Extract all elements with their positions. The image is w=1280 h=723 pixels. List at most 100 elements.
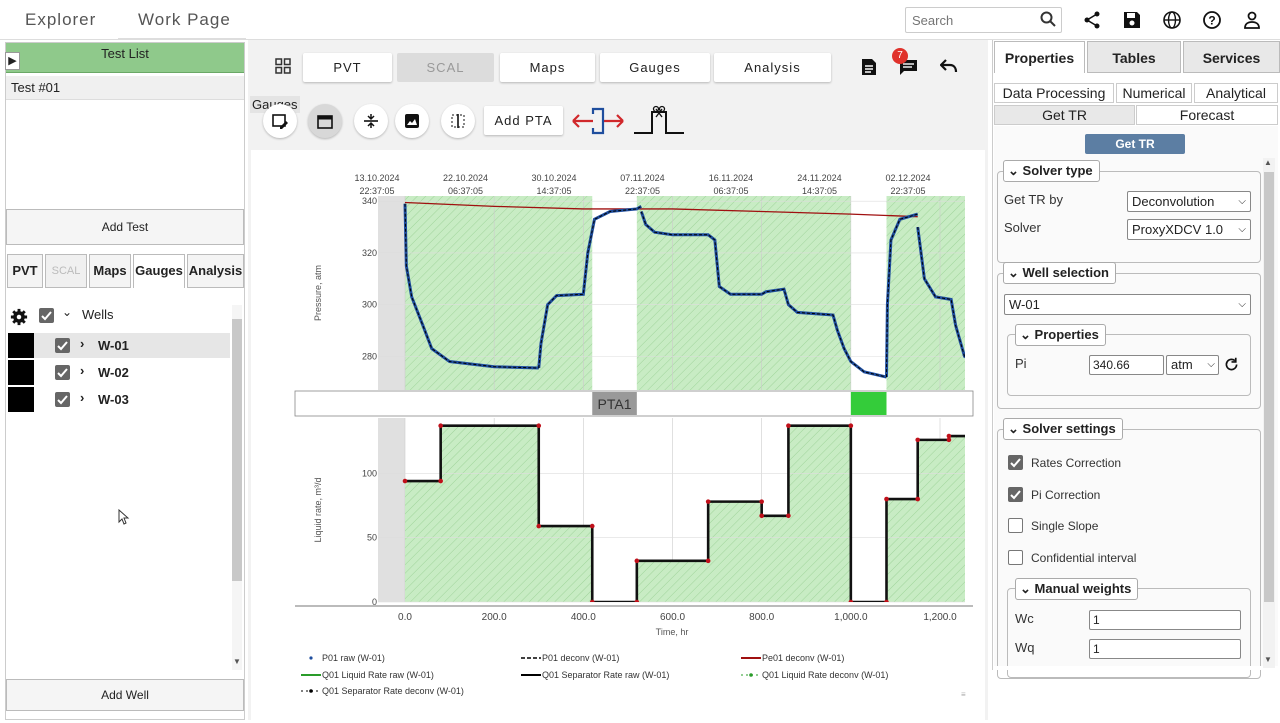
well-row[interactable]: › W-03 [8, 387, 230, 412]
refresh-icon[interactable] [1223, 356, 1240, 373]
scroll-down-icon[interactable]: ▼ [233, 657, 241, 666]
chevron-down-icon[interactable]: ⌄ [62, 305, 72, 319]
vertical-align-icon [364, 114, 378, 128]
tab-work-page[interactable]: Work Page [138, 0, 231, 40]
shift-arrows-icon[interactable] [571, 106, 625, 136]
solver-type-toggle[interactable]: ⌄ Solver type [1003, 160, 1100, 182]
scrollbar-thumb[interactable] [232, 319, 242, 581]
well-checkbox[interactable] [55, 392, 70, 407]
rate-point [786, 513, 791, 519]
undo-icon[interactable] [940, 58, 958, 74]
manual-weights-group [1007, 588, 1251, 678]
tree-scrollbar[interactable]: ▼ [232, 305, 242, 670]
edit-gauge-button[interactable] [263, 104, 297, 138]
split-icon [451, 114, 465, 128]
well-color-swatch[interactable] [8, 333, 34, 358]
nav-maps[interactable]: Maps [500, 53, 595, 82]
document-icon[interactable] [861, 58, 877, 76]
subtab-forecast[interactable]: Forecast [1136, 105, 1278, 125]
subtab-analytical[interactable]: Analytical [1194, 83, 1278, 103]
wq-input[interactable]: 1 [1089, 639, 1241, 659]
pi-input[interactable]: 340.66 [1089, 355, 1164, 375]
scroll-up-icon[interactable]: ▲ [1264, 158, 1272, 167]
wells-checkbox[interactable] [39, 308, 54, 323]
well-color-swatch[interactable] [8, 360, 34, 385]
tab-properties[interactable]: Properties [994, 41, 1085, 73]
get-tr-button[interactable]: Get TR [1085, 134, 1185, 154]
add-pta-button[interactable]: Add PTA [484, 106, 563, 135]
time-tick-time: 22:37:05 [890, 186, 925, 196]
resize-handle-icon[interactable]: ≡ [961, 690, 966, 699]
add-test-button[interactable]: Add Test [6, 209, 244, 245]
test-item[interactable]: Test #01 [6, 76, 244, 100]
tab-services[interactable]: Services [1183, 41, 1280, 73]
well-selection-toggle[interactable]: ⌄ Well selection [1003, 262, 1116, 284]
search-input[interactable] [905, 7, 1062, 33]
rate-point [438, 478, 443, 484]
x-tick-label: 1,000.0 [834, 612, 868, 623]
subtab-get-tr[interactable]: Get TR [994, 105, 1135, 125]
wc-input[interactable]: 1 [1089, 610, 1241, 630]
cut-step-icon[interactable] [632, 104, 686, 136]
globe-icon[interactable] [1162, 10, 1182, 30]
solver-value: ProxyXDCV 1.0 [1132, 222, 1224, 237]
well-checkbox[interactable] [55, 365, 70, 380]
split-button[interactable] [441, 104, 475, 138]
tab-pvt[interactable]: PVT [7, 254, 43, 288]
search-icon[interactable] [1040, 11, 1056, 27]
chevron-right-icon[interactable]: › [80, 363, 84, 378]
gauges-chart[interactable]: 13.10.2024 22:37:05 22.10.2024 06:37:05 30.1… [251, 150, 985, 720]
nav-pvt[interactable]: PVT [303, 53, 392, 82]
scrollbar-thumb[interactable] [1264, 172, 1274, 602]
nav-gauges[interactable]: Gauges [600, 53, 710, 82]
align-button[interactable] [354, 104, 388, 138]
legend-entry: P01 deconv (W-01) [542, 653, 619, 663]
tab-explorer[interactable]: Explorer [25, 0, 96, 40]
tab-scal[interactable]: SCAL [45, 254, 87, 288]
nav-scal[interactable]: SCAL [397, 53, 494, 82]
subtab-numerical[interactable]: Numerical [1116, 83, 1192, 103]
calendar-icon [317, 115, 333, 129]
get-tr-by-select[interactable]: Deconvolution ⌵ [1127, 191, 1251, 212]
well-row[interactable]: › W-01 [8, 333, 230, 358]
grid-icon[interactable] [275, 58, 291, 74]
tab-maps[interactable]: Maps [89, 254, 131, 288]
save-icon[interactable] [1122, 10, 1142, 30]
tab-gauges[interactable]: Gauges [133, 254, 185, 288]
test-list-header: Test List [6, 43, 244, 73]
option-checkbox[interactable] [1008, 455, 1023, 470]
chevron-right-icon[interactable]: › [80, 390, 84, 405]
manual-weights-toggle[interactable]: ⌄ Manual weights [1015, 578, 1139, 600]
solver-select[interactable]: ProxyXDCV 1.0 ⌵ [1127, 219, 1251, 240]
right-scrollbar[interactable]: ▲ ▼ [1263, 158, 1275, 668]
rate-point [848, 599, 854, 602]
subtab-data-processing[interactable]: Data Processing [994, 83, 1114, 103]
pi-unit-select[interactable]: atm ⌵ [1166, 355, 1219, 375]
well-row[interactable]: › W-02 [8, 360, 230, 385]
tab-analysis[interactable]: Analysis [187, 254, 244, 288]
option-checkbox[interactable] [1008, 549, 1023, 565]
image-button[interactable] [395, 104, 429, 138]
pressure-tick-label: 300 [362, 300, 377, 310]
solver-settings-toggle[interactable]: ⌄ Solver settings [1003, 418, 1123, 440]
chevron-right-icon[interactable]: › [80, 336, 84, 351]
properties-toggle[interactable]: ⌄ Properties [1015, 324, 1106, 346]
tab-tables[interactable]: Tables [1087, 41, 1181, 73]
user-icon[interactable] [1242, 10, 1262, 30]
add-well-button[interactable]: Add Well [6, 679, 244, 711]
gear-icon[interactable] [10, 308, 28, 326]
well-checkbox[interactable] [55, 338, 70, 353]
share-icon[interactable] [1082, 10, 1102, 30]
rate-point [402, 478, 408, 484]
well-color-swatch[interactable] [8, 387, 34, 412]
scroll-down-icon[interactable]: ▼ [1264, 655, 1272, 664]
option-checkbox[interactable] [1008, 486, 1023, 502]
option-checkbox[interactable] [1008, 518, 1023, 533]
legend-entry: P01 raw (W-01) [322, 653, 385, 663]
help-icon[interactable]: ? [1202, 10, 1222, 30]
calendar-button[interactable] [308, 104, 342, 138]
nav-analysis[interactable]: Analysis [714, 53, 831, 82]
well-select[interactable]: W-01 ⌵ [1004, 294, 1251, 315]
rate-area [405, 425, 965, 602]
expand-panel-button[interactable]: ▶ [5, 52, 20, 70]
